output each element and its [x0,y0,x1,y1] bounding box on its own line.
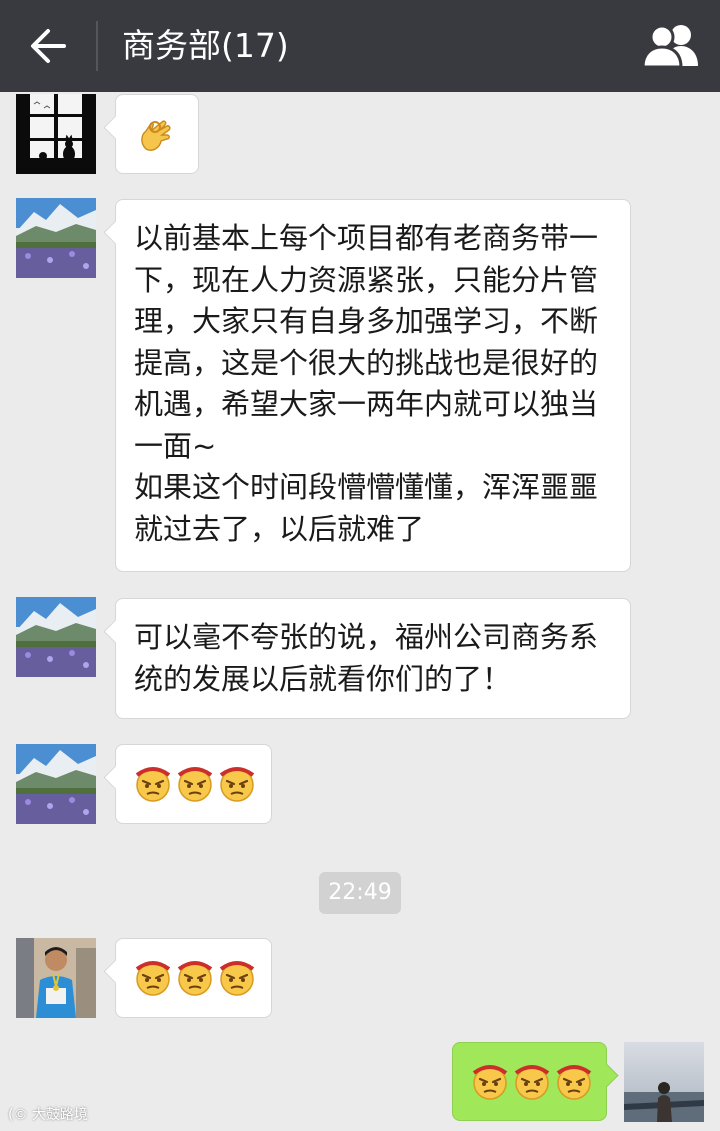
back-arrow-icon [31,29,66,63]
watermark-text: 大鼓路境 [31,1107,88,1123]
group-members-icon [641,24,698,69]
group-info-button[interactable] [640,22,702,69]
frown-emoji-icon [472,1065,508,1100]
frown-emoji-icon [135,767,171,802]
avatar-window-cat[interactable] [16,94,96,174]
back-button[interactable] [22,22,74,70]
avatar-mountain-flowers[interactable] [16,744,96,824]
watermark-logo-icon: (© [8,1107,28,1123]
message-text: 可以毫不夸张的说，福州公司商务系统的发展以后就看你们的了！ [134,620,599,696]
message-bubble[interactable] [103,94,199,174]
frown-emoji-icon [219,767,255,802]
avatar-mountain-flowers[interactable] [16,597,96,677]
avatar-mountain-flowers[interactable] [16,198,96,278]
chat-header: 商务部(17) [0,0,720,92]
frown-emoji-icon [514,1065,550,1100]
message-bubble[interactable] [103,938,272,1018]
chat-title: 商务部(17) [122,26,289,65]
frown-emoji-icon [219,961,255,996]
ok-hand-emoji-icon [141,120,171,151]
message-bubble[interactable]: 以前基本上每个项目都有老商务带一下，现在人力资源紧张，只能分片管理，大家只有自身… [103,199,631,572]
message-text: 以前基本上每个项目都有老商务带一下，现在人力资源紧张，只能分片管理，大家只有自身… [134,221,599,546]
frown-emoji-icon [177,767,213,802]
message-timestamp: 22:49 [319,872,401,914]
frown-emoji-icon [556,1065,592,1100]
watermark: (© 大鼓路境 [8,1104,88,1124]
own-message-bubble[interactable] [452,1042,619,1121]
frown-emoji-icon [177,961,213,996]
header-divider [96,21,98,71]
frown-emoji-icon [135,961,171,996]
message-bubble[interactable]: 可以毫不夸张的说，福州公司商务系统的发展以后就看你们的了！ [103,598,631,719]
avatar-runner[interactable] [16,938,96,1018]
avatar-self[interactable] [624,1042,704,1122]
message-bubble[interactable] [103,744,272,824]
